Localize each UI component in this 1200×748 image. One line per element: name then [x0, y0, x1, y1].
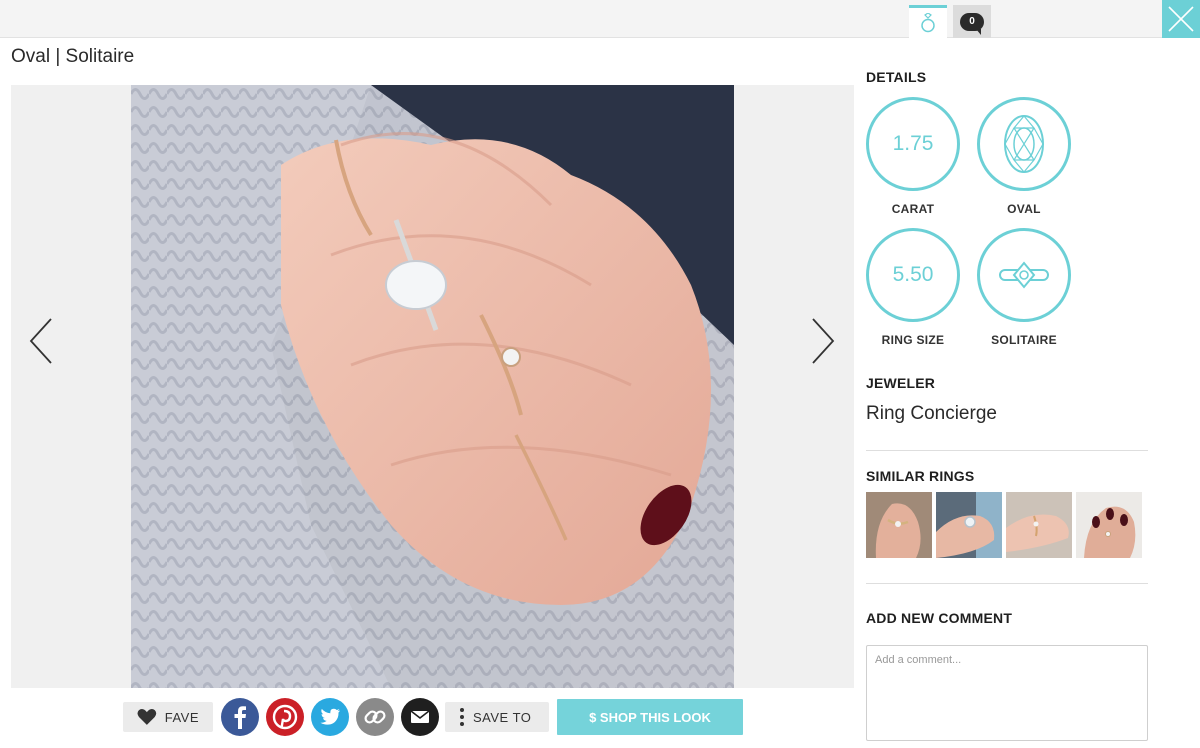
- similar-ring-thumbnail[interactable]: [1006, 492, 1072, 558]
- more-vertical-icon: [460, 708, 464, 726]
- save-to-button[interactable]: SAVE TO: [445, 702, 549, 732]
- similar-ring-thumbnail[interactable]: [936, 492, 1002, 558]
- similar-ring-thumbnail[interactable]: [866, 492, 932, 558]
- chevron-left-icon: [29, 318, 52, 364]
- ring-size-circle: 5.50: [866, 228, 960, 322]
- jeweler-name[interactable]: Ring Concierge: [866, 403, 997, 425]
- heart-icon: [137, 708, 157, 725]
- jeweler-heading: JEWELER: [866, 375, 936, 391]
- image-viewer: [11, 85, 854, 688]
- close-button[interactable]: [1162, 0, 1200, 38]
- carat-value: 1.75: [892, 132, 934, 155]
- carat-circle: 1.75: [866, 97, 960, 191]
- comment-input[interactable]: [866, 645, 1148, 741]
- top-bar: 0: [0, 0, 1200, 38]
- pinterest-icon: [272, 704, 298, 730]
- copy-link-button[interactable]: [356, 698, 394, 736]
- close-icon: [1168, 6, 1194, 32]
- save-to-label: SAVE TO: [473, 709, 532, 725]
- shop-this-look-button[interactable]: $ SHOP THIS LOOK: [557, 699, 743, 735]
- facebook-icon: [234, 706, 246, 729]
- ring-photo: [131, 85, 734, 688]
- tab-ring-details[interactable]: [909, 5, 947, 38]
- divider: [866, 583, 1148, 584]
- email-share-button[interactable]: [401, 698, 439, 736]
- divider: [866, 450, 1148, 451]
- oval-diamond-icon: [1004, 115, 1044, 173]
- ring-size-label: RING SIZE: [881, 333, 945, 347]
- action-bar: FAVE SAVE TO $ SHOP THIS LOOK: [123, 698, 743, 736]
- comment-count: 0: [969, 16, 975, 27]
- similar-ring-thumbnail[interactable]: [1076, 492, 1142, 558]
- link-icon: [364, 710, 386, 724]
- setting-circle: [977, 228, 1071, 322]
- pinterest-share-button[interactable]: [266, 698, 304, 736]
- details-heading: DETAILS: [866, 69, 927, 85]
- fave-button[interactable]: FAVE: [123, 702, 213, 732]
- ring-size-value: 5.50: [892, 263, 934, 286]
- comment-count-badge: 0: [960, 12, 984, 35]
- tab-comments[interactable]: 0: [953, 5, 991, 38]
- shop-this-look-label: $ SHOP THIS LOOK: [589, 709, 711, 725]
- add-comment-heading: ADD NEW COMMENT: [866, 610, 1013, 626]
- twitter-icon: [320, 708, 340, 725]
- page-title: Oval | Solitaire: [11, 46, 135, 67]
- next-arrow[interactable]: [803, 313, 843, 369]
- similar-rings-heading: SIMILAR RINGS: [866, 468, 975, 484]
- ring-icon: [921, 13, 935, 33]
- shape-label: OVAL: [1007, 202, 1041, 216]
- carat-label: CARAT: [891, 202, 935, 216]
- twitter-share-button[interactable]: [311, 698, 349, 736]
- shape-circle: [977, 97, 1071, 191]
- facebook-share-button[interactable]: [221, 698, 259, 736]
- solitaire-setting-icon: [999, 261, 1049, 289]
- fave-label: FAVE: [164, 709, 199, 725]
- previous-arrow[interactable]: [21, 313, 61, 369]
- chevron-right-icon: [812, 318, 835, 364]
- similar-rings-list: [866, 492, 1142, 558]
- envelope-icon: [410, 710, 430, 723]
- setting-label: SOLITAIRE: [991, 333, 1057, 347]
